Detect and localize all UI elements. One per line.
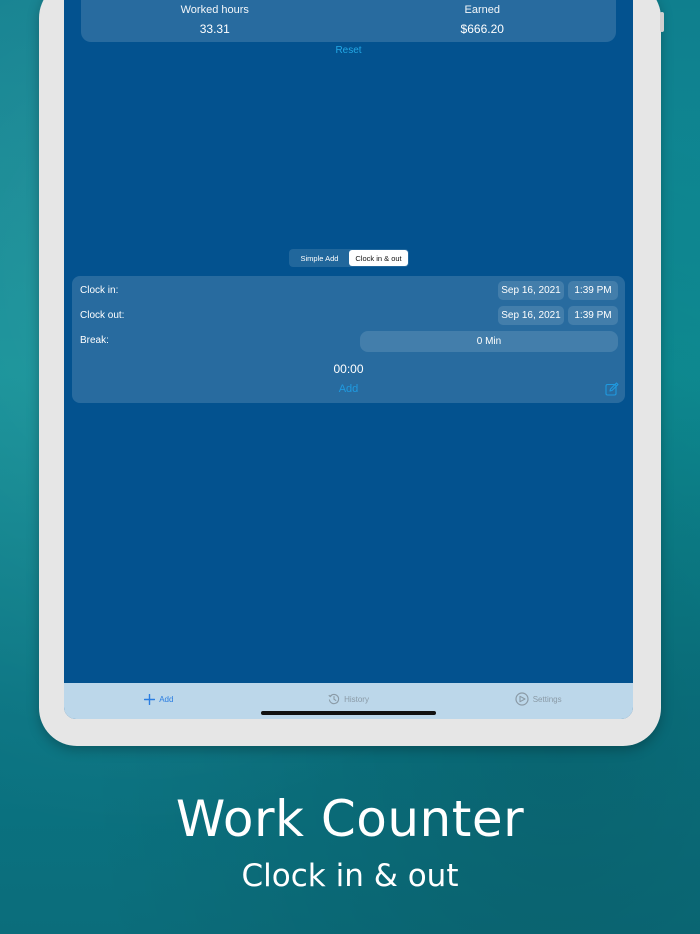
mode-segmented-control: Simple Add Clock in & out <box>289 249 409 267</box>
break-label: Break: <box>80 335 109 346</box>
summary-card: Worked hours 33.31 Earned $666.20 <box>81 0 616 42</box>
break-duration-picker[interactable]: 0 Min <box>360 331 618 352</box>
clock-form-card: Clock in: Sep 16, 2021 1:39 PM Clock out… <box>72 276 625 403</box>
promo-subtitle: Clock in & out <box>241 858 459 894</box>
worked-hours-value: 33.31 <box>199 22 230 36</box>
settings-icon <box>515 692 529 706</box>
plus-icon <box>144 693 156 705</box>
segment-simple-add[interactable]: Simple Add <box>290 250 349 266</box>
segment-clock-in-out[interactable]: Clock in & out <box>349 250 408 266</box>
earned-section: Earned $666.20 <box>349 0 617 42</box>
clock-out-label: Clock out: <box>80 310 125 321</box>
tab-add-label: Add <box>159 694 174 704</box>
earned-value: $666.20 <box>460 22 504 36</box>
reset-button[interactable]: Reset <box>64 45 633 56</box>
home-indicator <box>261 711 436 715</box>
promo-title: Work Counter <box>175 790 525 848</box>
tab-add[interactable]: Add <box>64 683 254 719</box>
clock-in-label: Clock in: <box>80 285 119 296</box>
app-screen: Worked hours 33.31 Earned $666.20 Reset … <box>64 0 633 719</box>
worked-hours-section: Worked hours 33.31 <box>81 0 349 42</box>
add-entry-button[interactable]: Add <box>72 383 625 395</box>
clock-out-date-picker[interactable]: Sep 16, 2021 <box>498 306 564 325</box>
tab-history-label: History <box>344 694 369 704</box>
worked-hours-label: Worked hours <box>180 4 249 16</box>
history-icon <box>328 693 340 705</box>
clock-in-date-picker[interactable]: Sep 16, 2021 <box>498 281 564 300</box>
duration-display: 00:00 <box>333 362 364 376</box>
tab-settings-label: Settings <box>532 694 562 704</box>
tab-settings[interactable]: Settings <box>443 683 633 719</box>
earned-label: Earned <box>464 4 500 16</box>
clock-out-time-picker[interactable]: 1:39 PM <box>568 306 618 325</box>
clock-in-time-picker[interactable]: 1:39 PM <box>568 281 618 300</box>
edit-icon[interactable] <box>605 382 619 396</box>
side-button <box>660 12 664 32</box>
